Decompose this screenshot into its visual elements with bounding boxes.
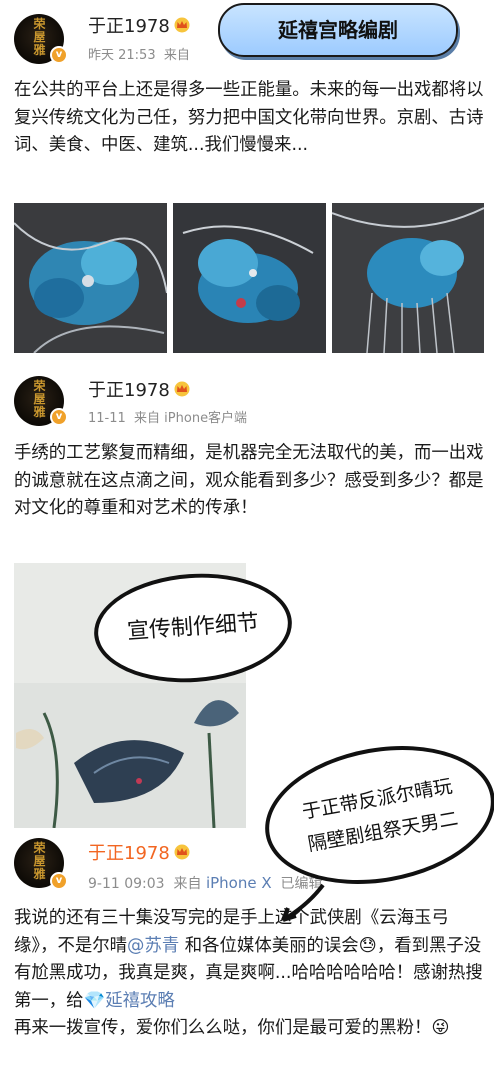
post-image[interactable] — [173, 203, 326, 353]
avatar-calligraphy: 荣屋雅 — [33, 379, 45, 419]
title-banner: 延禧宫略编剧 — [218, 3, 458, 57]
post-image[interactable] — [332, 203, 484, 353]
username-text[interactable]: 于正1978 — [88, 843, 170, 864]
avatar-calligraphy: 荣屋雅 — [33, 17, 45, 57]
crown-icon — [174, 844, 190, 860]
sweat-emoji-icon: 😓 — [358, 935, 377, 956]
post-image[interactable] — [14, 203, 167, 353]
post-source: 来自 — [163, 48, 190, 63]
verified-badge-icon: v — [50, 872, 68, 890]
arrow-icon — [281, 883, 325, 922]
post-source: 来自 — [173, 876, 202, 892]
post-meta: 11-11 来自 iPhone客户端 — [88, 407, 247, 426]
username-text[interactable]: 于正1978 — [88, 380, 170, 401]
topic-link[interactable]: 延禧攻略 — [105, 991, 175, 1011]
post-body: 在公共的平台上还是得多一些正能量。未来的每一出戏都将以复兴传统文化为己任，努力把… — [14, 80, 484, 155]
crown-icon — [174, 17, 190, 33]
avatar-calligraphy: 荣屋雅 — [33, 841, 45, 881]
hairpin-image-1 — [14, 203, 167, 353]
diamond-icon: 💎 — [83, 990, 106, 1011]
hairpin-image-2 — [173, 203, 326, 353]
post-body: 手绣的工艺繁复而精细，是机器完全无法取代的美，而一出戏的诚意就在这点滴之间，观众… — [14, 443, 484, 518]
post-time: 昨天 21:53 — [88, 48, 156, 63]
mention-link[interactable]: @苏青 — [127, 936, 179, 956]
post-time: 11-11 — [88, 411, 126, 426]
annotation-text: 宣传制作细节 — [126, 610, 260, 645]
post-meta: 昨天 21:53 来自 — [88, 44, 190, 63]
post-source-device[interactable]: iPhone X — [206, 874, 272, 892]
title-banner-text: 延禧宫略编剧 — [278, 18, 398, 42]
tongue-emoji-icon: 😜 — [431, 1018, 450, 1038]
username[interactable]: 于正1978 — [88, 839, 191, 865]
verified-badge-icon: v — [50, 46, 68, 64]
username-text[interactable]: 于正1978 — [88, 16, 170, 37]
body-text: 再来一拨宣传，爱你们么么哒，你们是最可爱的黑粉！ — [14, 1018, 432, 1038]
crown-icon — [174, 381, 190, 397]
username[interactable]: 于正1978 — [88, 376, 191, 402]
post-source: 来自 iPhone客户端 — [134, 411, 248, 426]
verified-badge-icon: v — [50, 408, 68, 426]
post-body: 我说的还有三十集没写完的是手上这个武侠剧《云海玉弓缘》，不是尔晴@苏青 和各位媒… — [14, 905, 484, 1043]
username[interactable]: 于正1978 — [88, 12, 191, 38]
post-time: 9-11 09:03 — [88, 876, 165, 892]
hairpin-image-3 — [332, 203, 484, 353]
